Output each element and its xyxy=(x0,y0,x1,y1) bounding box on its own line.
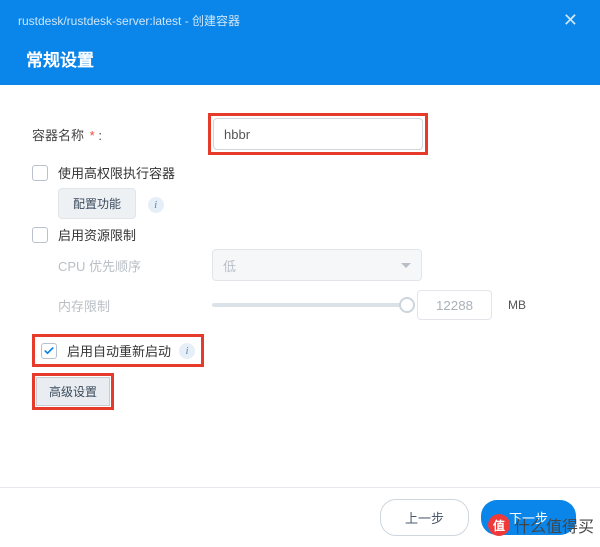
memory-value-input xyxy=(417,290,492,320)
chevron-down-icon xyxy=(401,263,411,268)
slider-thumb xyxy=(399,297,415,313)
header-breadcrumb: rustdesk/rustdesk-server:latest - 创建容器 xyxy=(18,12,240,29)
info-icon[interactable]: i xyxy=(179,343,195,359)
privilege-checkbox[interactable] xyxy=(32,165,48,181)
prev-button[interactable]: 上一步 xyxy=(380,499,469,536)
config-capabilities-button[interactable]: 配置功能 xyxy=(58,188,136,219)
page-title: 常规设置 xyxy=(26,46,582,71)
next-button[interactable]: 下一步 xyxy=(481,500,576,535)
container-name-label: 容器名称 * : xyxy=(32,125,212,144)
cpu-priority-select: 低 xyxy=(212,249,422,281)
cpu-priority-label: CPU 优先顺序 xyxy=(58,256,212,275)
memory-unit: MB xyxy=(508,298,526,312)
auto-restart-checkbox[interactable] xyxy=(41,343,57,359)
close-icon[interactable]: ✕ xyxy=(559,10,582,31)
memory-limit-label: 内存限制 xyxy=(58,296,212,315)
dialog-footer: 上一步 下一步 xyxy=(0,487,600,547)
dialog-header: rustdesk/rustdesk-server:latest - 创建容器 ✕… xyxy=(0,0,600,85)
form-content: 容器名称 * : 使用高权限执行容器 配置功能 i 启用资源限制 CPU 优先顺… xyxy=(0,85,600,410)
info-icon[interactable]: i xyxy=(148,197,164,213)
container-name-input[interactable] xyxy=(213,118,423,150)
resource-limit-label: 启用资源限制 xyxy=(58,225,136,244)
privilege-label: 使用高权限执行容器 xyxy=(58,163,175,182)
resource-limit-checkbox[interactable] xyxy=(32,227,48,243)
auto-restart-label: 启用自动重新启动 xyxy=(67,341,171,360)
advanced-settings-button[interactable]: 高级设置 xyxy=(36,377,110,406)
memory-slider xyxy=(212,303,407,307)
